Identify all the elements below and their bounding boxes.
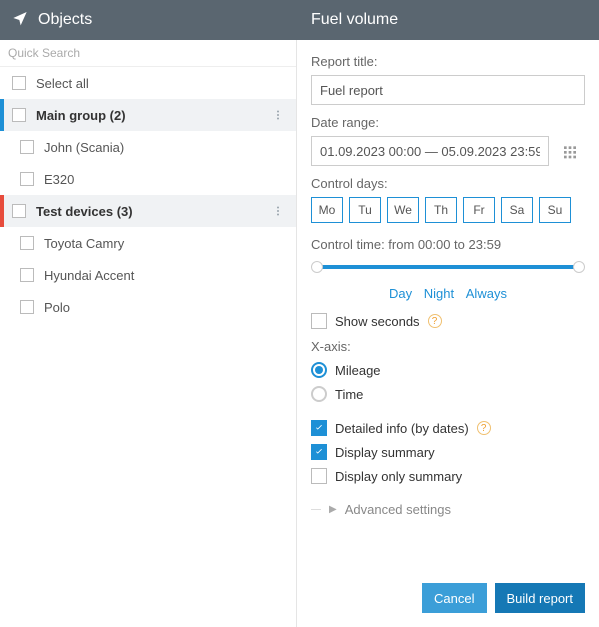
show-seconds-label: Show seconds [335, 314, 420, 329]
display-summary-row[interactable]: Display summary [311, 444, 585, 460]
detailed-info-row[interactable]: Detailed info (by dates) ? [311, 420, 585, 436]
day-chip-th[interactable]: Th [425, 197, 457, 223]
kebab-icon[interactable] [268, 201, 288, 221]
control-days-label: Control days: [311, 176, 585, 191]
day-chip-tu[interactable]: Tu [349, 197, 381, 223]
date-range-label: Date range: [311, 115, 585, 130]
location-arrow-icon [12, 10, 28, 31]
detailed-info-checkbox[interactable] [311, 420, 327, 436]
build-report-button[interactable]: Build report [495, 583, 585, 613]
xaxis-time-radio[interactable] [311, 386, 327, 402]
group-test[interactable]: Test devices (3) [0, 195, 296, 227]
help-icon[interactable]: ? [477, 421, 491, 435]
show-seconds-row[interactable]: Show seconds ? [311, 313, 585, 329]
group-checkbox[interactable] [12, 108, 26, 122]
xaxis-mileage-label: Mileage [335, 363, 381, 378]
xaxis-label: X-axis: [311, 339, 585, 354]
select-all-label: Select all [36, 76, 89, 91]
cancel-button[interactable]: Cancel [422, 583, 486, 613]
advanced-settings-label: Advanced settings [345, 502, 451, 517]
group-main[interactable]: Main group (2) [0, 99, 296, 131]
footer-buttons: Cancel Build report [422, 583, 585, 613]
mode-links: Day Night Always [311, 286, 585, 301]
day-chip-su[interactable]: Su [539, 197, 571, 223]
kebab-icon[interactable] [268, 105, 288, 125]
select-all-row[interactable]: Select all [0, 67, 296, 99]
item-checkbox[interactable] [20, 300, 34, 314]
day-chip-mo[interactable]: Mo [311, 197, 343, 223]
calendar-icon[interactable] [555, 136, 585, 166]
select-all-checkbox[interactable] [12, 76, 26, 90]
item-label: Hyundai Accent [44, 268, 134, 283]
item-checkbox[interactable] [20, 268, 34, 282]
report-title-input[interactable] [311, 75, 585, 105]
slider-track [317, 265, 579, 269]
help-icon[interactable]: ? [428, 314, 442, 328]
display-only-summary-checkbox[interactable] [311, 468, 327, 484]
topbar-right-title: Fuel volume [311, 11, 398, 29]
tree-item-accent[interactable]: Hyundai Accent [0, 259, 296, 291]
detailed-info-label: Detailed info (by dates) [335, 421, 469, 436]
xaxis-time-label: Time [335, 387, 363, 402]
item-checkbox[interactable] [20, 236, 34, 250]
group-checkbox[interactable] [12, 204, 26, 218]
left-panel: Quick Search Select all Main group (2) J… [0, 40, 297, 627]
item-checkbox[interactable] [20, 140, 34, 154]
divider [311, 509, 321, 510]
topbar-objects: Objects [0, 0, 297, 40]
tree-item-camry[interactable]: Toyota Camry [0, 227, 296, 259]
topbar-fuel: Fuel volume [297, 0, 599, 40]
xaxis-time-row[interactable]: Time [311, 386, 585, 402]
group-label: Main group (2) [36, 108, 126, 123]
quick-search-input[interactable]: Quick Search [0, 40, 296, 67]
control-time-label: Control time: from 00:00 to 23:59 [311, 237, 585, 252]
report-title-label: Report title: [311, 54, 585, 69]
main: Quick Search Select all Main group (2) J… [0, 40, 599, 627]
mode-always[interactable]: Always [466, 286, 507, 301]
tree-item-polo[interactable]: Polo [0, 291, 296, 323]
mode-night[interactable]: Night [424, 286, 454, 301]
chevron-right-icon: ▶ [329, 504, 337, 515]
mode-day[interactable]: Day [389, 286, 412, 301]
slider-handle-right[interactable] [573, 261, 585, 273]
date-range-input[interactable] [311, 136, 549, 166]
item-label: E320 [44, 172, 74, 187]
display-only-summary-row[interactable]: Display only summary [311, 468, 585, 484]
day-chip-sa[interactable]: Sa [501, 197, 533, 223]
show-seconds-checkbox[interactable] [311, 313, 327, 329]
right-panel: Report title: Date range: Control days: … [297, 40, 599, 627]
item-label: John (Scania) [44, 140, 124, 155]
group-label: Test devices (3) [36, 204, 133, 219]
xaxis-mileage-radio[interactable] [311, 362, 327, 378]
day-chip-we[interactable]: We [387, 197, 419, 223]
topbar: Objects Fuel volume [0, 0, 599, 40]
item-label: Toyota Camry [44, 236, 124, 251]
control-time-slider[interactable] [311, 258, 585, 276]
xaxis-mileage-row[interactable]: Mileage [311, 362, 585, 378]
day-chip-fr[interactable]: Fr [463, 197, 495, 223]
topbar-left-title: Objects [38, 11, 92, 29]
display-only-summary-label: Display only summary [335, 469, 462, 484]
slider-handle-left[interactable] [311, 261, 323, 273]
item-label: Polo [44, 300, 70, 315]
tree-item-john[interactable]: John (Scania) [0, 131, 296, 163]
item-checkbox[interactable] [20, 172, 34, 186]
control-days-chips: Mo Tu We Th Fr Sa Su [311, 197, 585, 223]
tree-item-e320[interactable]: E320 [0, 163, 296, 195]
group-accent [0, 195, 4, 227]
display-summary-checkbox[interactable] [311, 444, 327, 460]
advanced-settings-toggle[interactable]: ▶ Advanced settings [311, 502, 585, 517]
display-summary-label: Display summary [335, 445, 435, 460]
group-accent [0, 99, 4, 131]
